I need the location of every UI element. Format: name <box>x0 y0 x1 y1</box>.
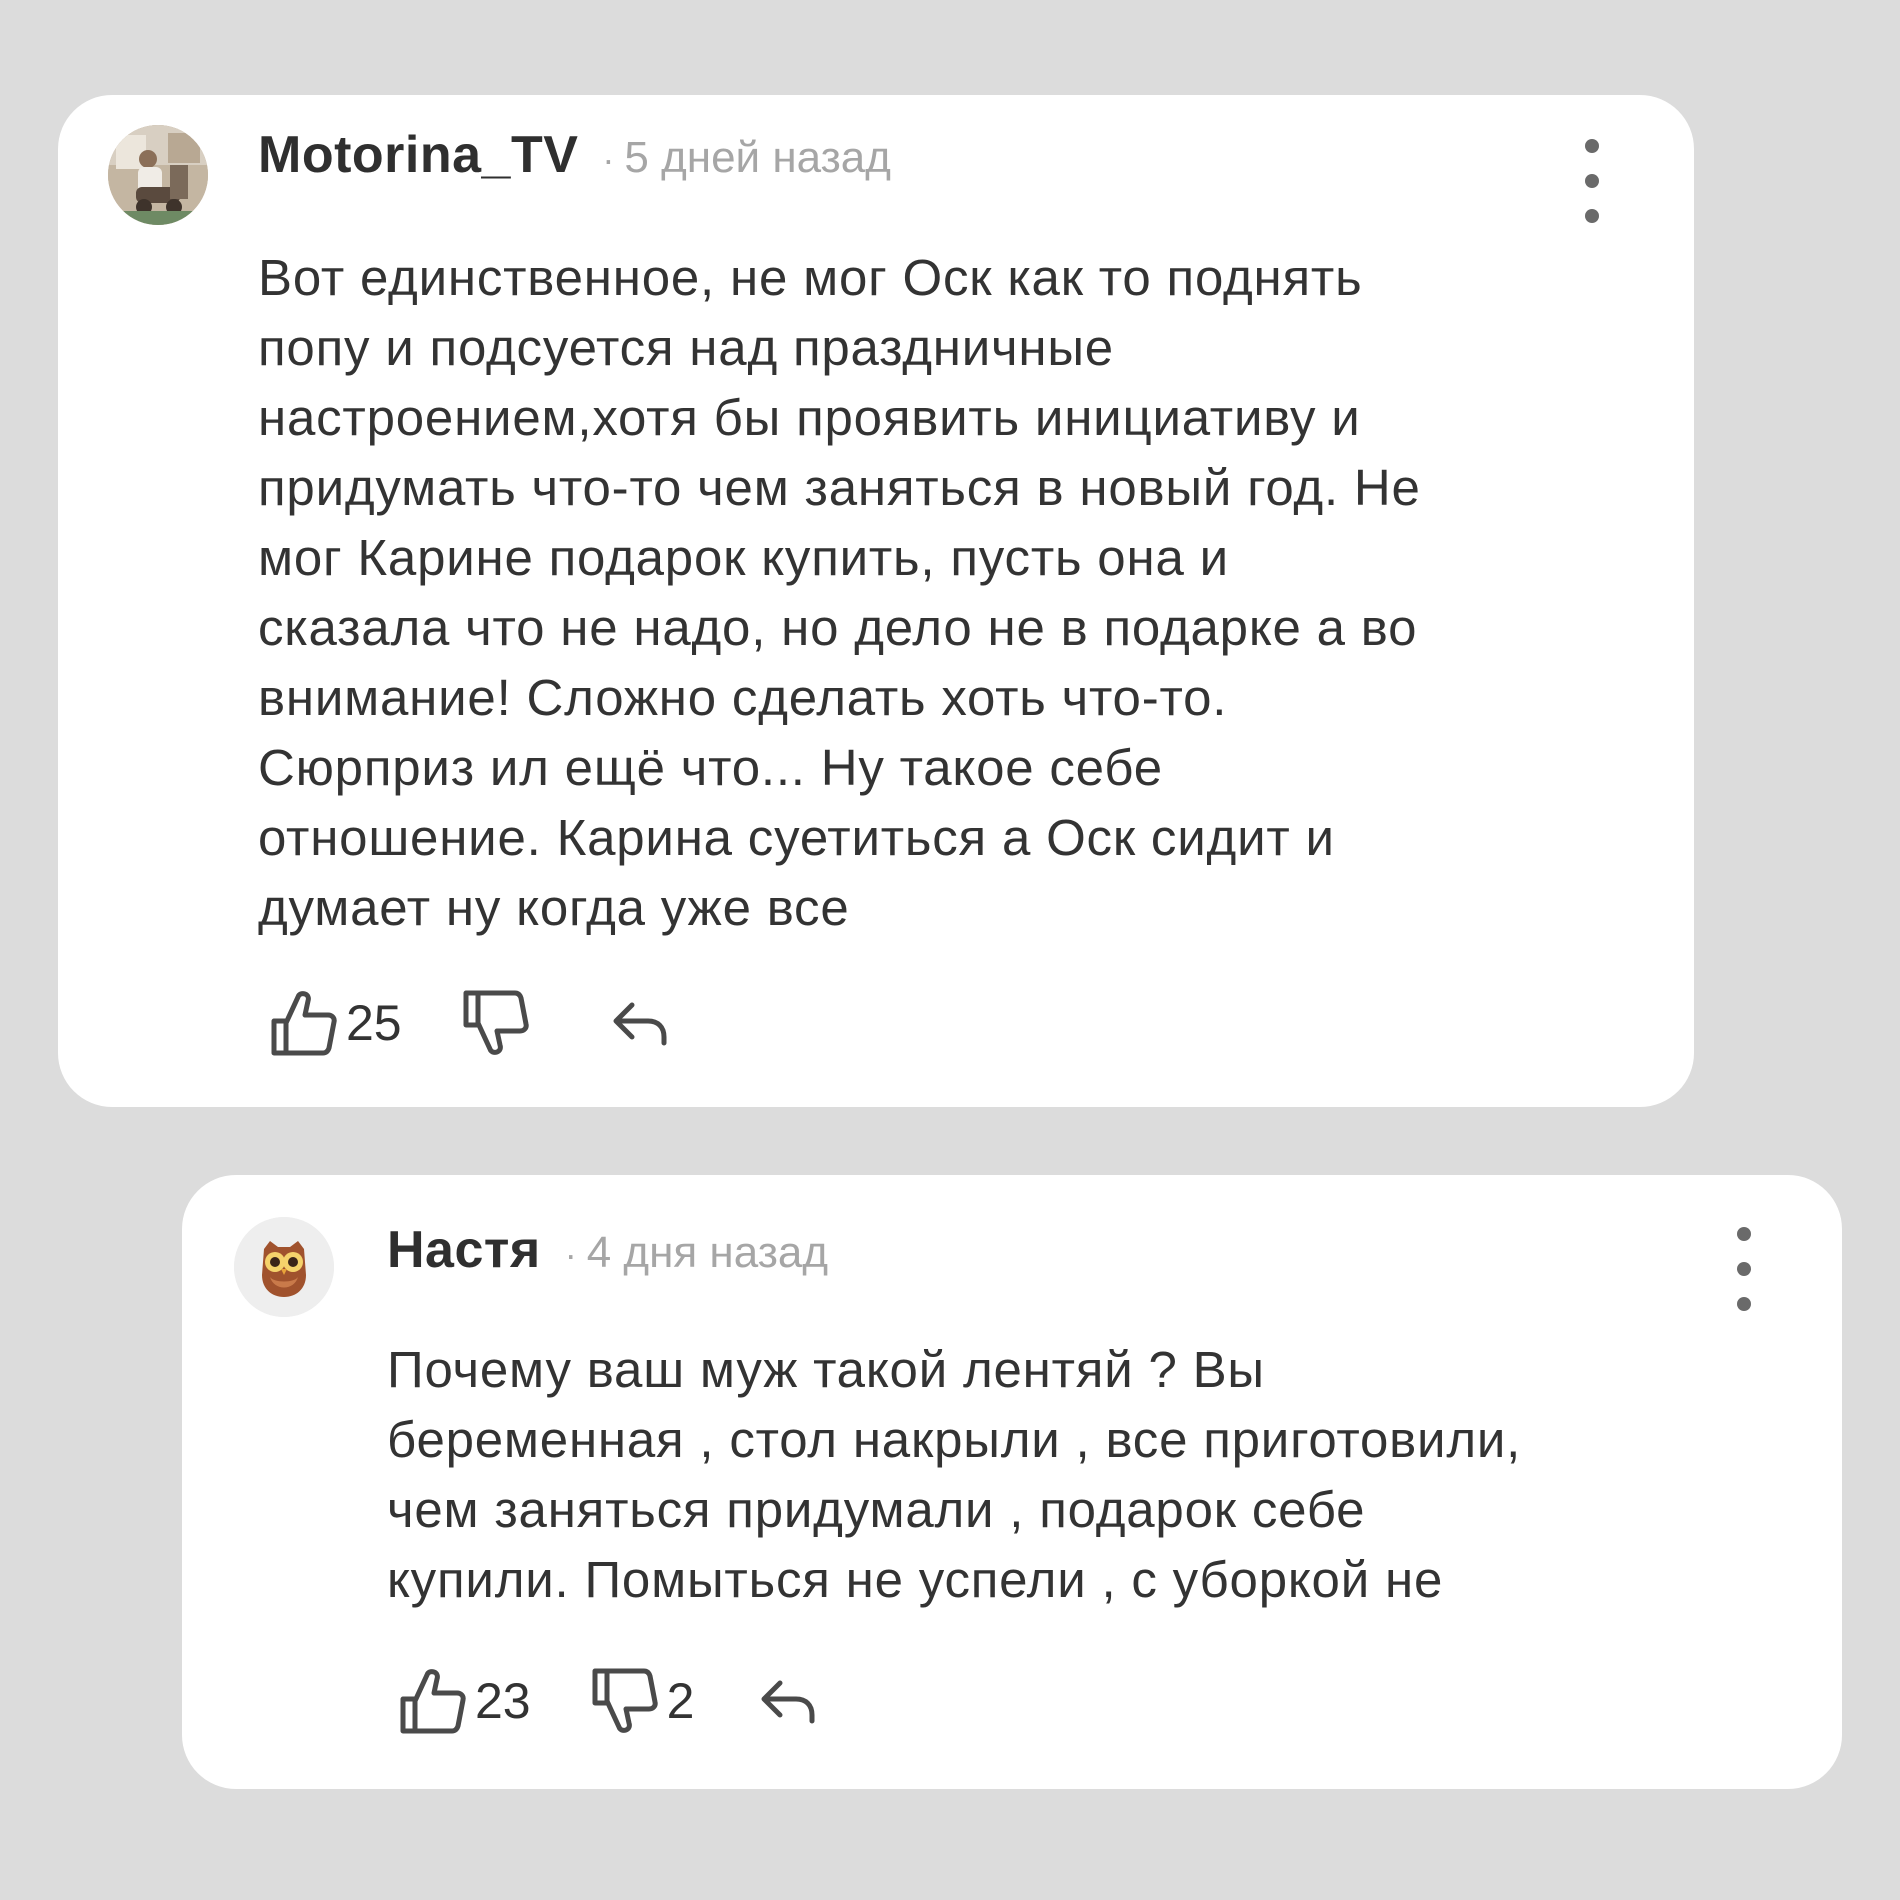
comment-line: мог Карине подарок купить, пусть она и <box>258 529 1229 586</box>
comment-line: Почему ваш муж такой лентяй ? Вы <box>387 1341 1265 1398</box>
comment-actions: 25 <box>268 983 672 1063</box>
comment-text: Почему ваш муж такой лентяй ? Вы беремен… <box>387 1335 1787 1615</box>
comment-line: внимание! Сложно сделать хоть что-то. <box>258 669 1228 726</box>
comment-line: сказала что не надо, но дело не в подарк… <box>258 599 1418 656</box>
thumbs-down-icon <box>592 1668 658 1733</box>
comment-line: Вот единственное, не мог Оск как то подн… <box>258 249 1363 306</box>
reply-button[interactable] <box>756 1669 820 1733</box>
username[interactable]: Настя <box>387 1220 541 1280</box>
user-avatar[interactable] <box>234 1217 334 1317</box>
reply-icon <box>761 1680 815 1724</box>
comment-line: чем заняться придумали , подарок себе <box>387 1481 1366 1538</box>
thumbs-up-icon <box>271 991 337 1056</box>
comment-header: Motorina_TV · 5 дней назад <box>258 125 891 185</box>
comment-card: Настя · 4 дня назад Почему ваш муж такой… <box>182 1175 1842 1789</box>
timestamp: 5 дней назад <box>624 133 891 182</box>
thumbs-down-icon <box>463 990 529 1055</box>
comment-line: отношение. Карина суетиться а Оск сидит … <box>258 809 1335 866</box>
separator-dot: · <box>564 1234 577 1275</box>
like-count: 25 <box>346 995 402 1051</box>
like-button[interactable]: 23 <box>397 1665 531 1737</box>
like-button[interactable]: 25 <box>268 987 402 1059</box>
more-options-icon[interactable] <box>1732 1227 1756 1311</box>
comment-line: настроением,хотя бы проявить инициативу … <box>258 389 1361 446</box>
comment-line: думает ну когда уже все <box>258 879 850 936</box>
comment-line: Сюрприз ил ещё что... Ну такое себе <box>258 739 1163 796</box>
reply-button[interactable] <box>608 991 672 1055</box>
timestamp: 4 дня назад <box>586 1228 829 1277</box>
comment-text: Вот единственное, не мог Оск как то подн… <box>258 243 1648 943</box>
user-avatar[interactable] <box>108 125 208 225</box>
dislike-button[interactable]: 2 <box>589 1665 695 1737</box>
comment-line: попу и подсуется над праздничные <box>258 319 1114 376</box>
username[interactable]: Motorina_TV <box>258 125 578 185</box>
more-options-icon[interactable] <box>1580 139 1604 223</box>
user-photo-icon <box>108 125 208 225</box>
dislike-button[interactable] <box>460 987 538 1059</box>
comment-actions: 23 2 <box>397 1661 820 1741</box>
owl-icon <box>234 1217 334 1317</box>
like-count: 23 <box>475 1673 531 1729</box>
thumbs-up-icon <box>400 1669 466 1734</box>
comment-line: купили. Помыться не успели , с уборкой н… <box>387 1551 1444 1608</box>
separator-dot: · <box>602 139 615 180</box>
comment-line: придумать что-то чем заняться в новый го… <box>258 459 1421 516</box>
comment-header: Настя · 4 дня назад <box>387 1220 828 1280</box>
comment-line: беременная , стол накрыли , все приготов… <box>387 1411 1522 1468</box>
comment-card: Motorina_TV · 5 дней назад Вот единствен… <box>58 95 1694 1107</box>
dislike-count: 2 <box>666 1673 695 1729</box>
reply-icon <box>613 1002 667 1046</box>
